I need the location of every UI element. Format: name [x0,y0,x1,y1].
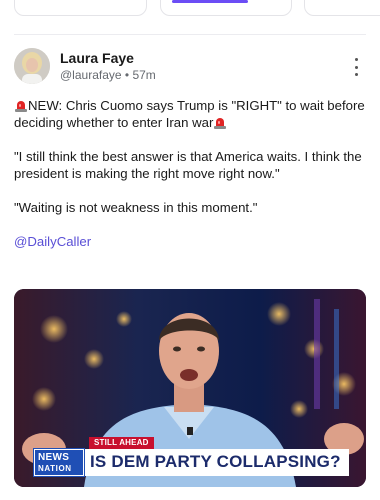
newsnation-logo: NEWS NATION [33,448,85,477]
siren-icon [15,101,27,112]
still-ahead-tag: STILL AHEAD [89,437,154,449]
post-time: 57m [132,68,156,82]
more-vertical-icon-dot [354,65,358,69]
top-tab-strip [0,0,380,34]
mention-link[interactable]: @DailyCaller [14,234,91,249]
author-name[interactable]: Laura Faye [60,50,134,66]
post-body: NEW: Chris Cuomo says Trump is "RIGHT" t… [14,97,370,267]
chyron-headline: IS DEM PARTY COLLAPSING? [90,452,341,471]
post-header: Laura Faye @laurafaye • 57m [14,48,366,88]
post-paragraph-3: "Waiting is not weakness in this moment.… [14,200,258,215]
more-options-button[interactable] [352,58,360,76]
post-paragraph-1: NEW: Chris Cuomo says Trump is "RIGHT" t… [14,98,365,130]
news-chyron: NEWS NATION IS DEM PARTY COLLAPSING? [33,448,349,477]
logo-line-2: NATION [38,464,72,473]
tab-pill[interactable] [304,0,380,16]
avatar[interactable] [14,48,50,84]
more-vertical-icon-dot [354,73,358,76]
more-vertical-icon [354,58,358,61]
tab-pill[interactable] [14,0,147,16]
author-meta: @laurafaye • 57m [60,68,156,82]
active-tab-indicator [172,0,248,3]
post-paragraph-2: "I still think the best answer is that A… [14,149,362,181]
meta-separator: • [124,68,130,82]
post-paragraph: NEW: Chris Cuomo says Trump is "RIGHT" t… [14,97,370,131]
post-media-image[interactable]: STILL AHEAD NEWS NATION IS DEM PARTY COL… [14,289,366,487]
divider [14,34,366,35]
author-handle[interactable]: @laurafaye [60,68,122,82]
siren-icon [214,118,227,129]
logo-line-1: NEWS [38,452,70,463]
